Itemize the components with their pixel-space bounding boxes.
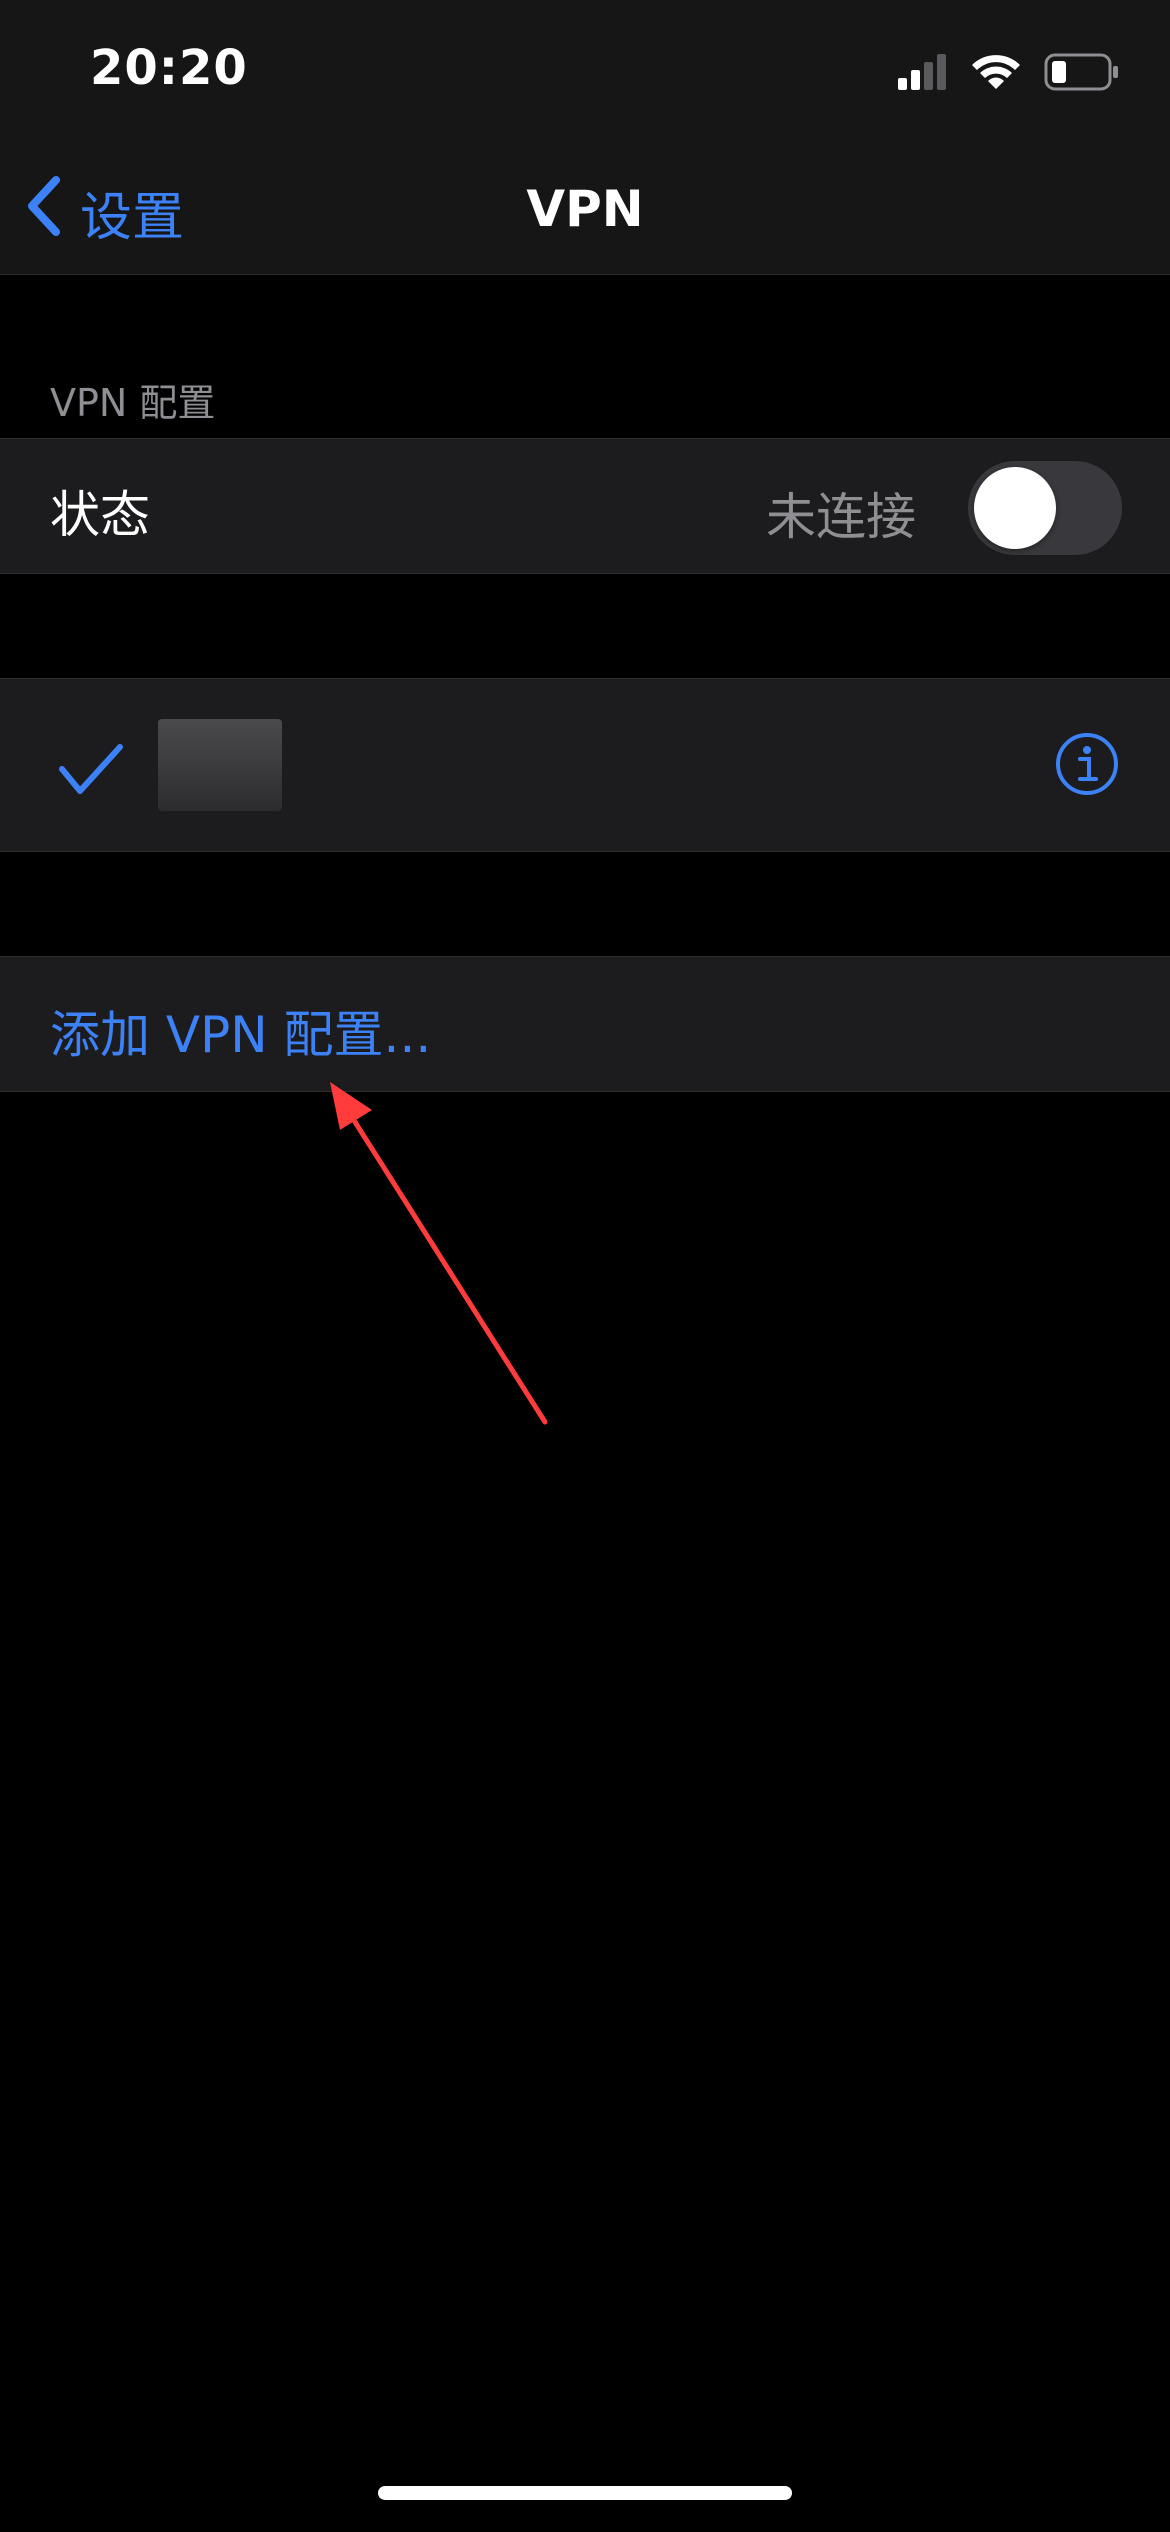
battery-icon bbox=[1044, 53, 1120, 95]
status-time: 20:20 bbox=[90, 40, 248, 96]
vpn-toggle[interactable] bbox=[968, 461, 1122, 555]
checkmark-icon bbox=[58, 741, 128, 801]
add-vpn-config-button[interactable]: 添加 VPN 配置... bbox=[0, 956, 1170, 1092]
section-header: VPN 配置 bbox=[50, 381, 216, 425]
status-value: 未连接 bbox=[766, 488, 916, 546]
cellular-signal-icon bbox=[898, 54, 948, 94]
add-vpn-config-label: 添加 VPN 配置... bbox=[50, 1006, 432, 1064]
profile-name-redacted bbox=[158, 719, 282, 811]
wifi-icon bbox=[970, 53, 1022, 95]
navigation-bar: 设置 VPN bbox=[0, 150, 1170, 275]
status-bar: 20:20 bbox=[0, 0, 1170, 150]
vpn-profile-row[interactable] bbox=[0, 678, 1170, 852]
status-icons bbox=[898, 50, 1120, 98]
toggle-knob bbox=[974, 467, 1056, 549]
status-label: 状态 bbox=[50, 486, 150, 544]
info-icon[interactable] bbox=[1054, 731, 1120, 797]
page-title: VPN bbox=[526, 180, 644, 238]
vpn-status-row: 状态 未连接 bbox=[0, 438, 1170, 574]
home-indicator bbox=[378, 2486, 792, 2500]
